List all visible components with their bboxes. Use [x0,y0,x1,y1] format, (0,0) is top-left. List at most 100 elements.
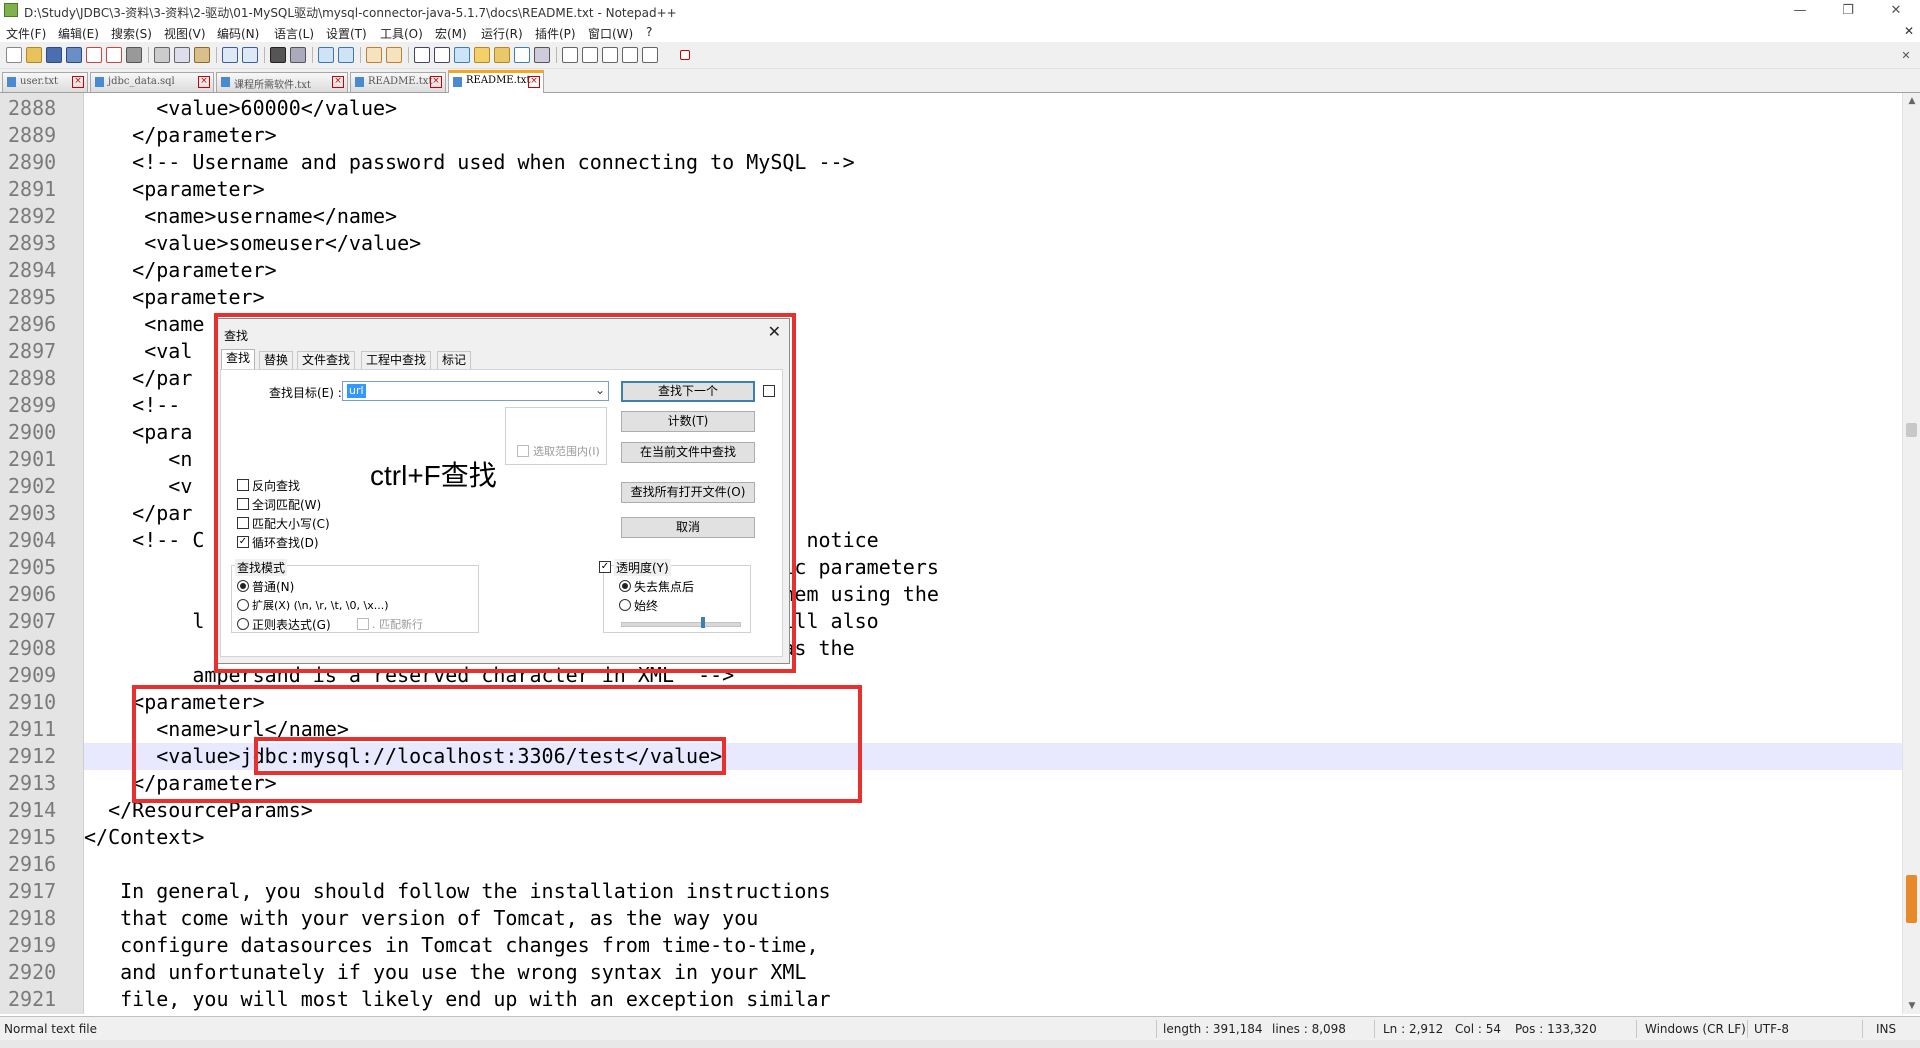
indent-guide-icon[interactable] [454,47,470,63]
record-macro-icon[interactable] [562,47,578,63]
new-file-icon[interactable] [6,47,22,63]
scrollbar-thumb[interactable] [1906,423,1917,437]
code-text: <n [84,447,193,471]
tab-close-icon[interactable]: × [528,76,540,88]
code-text: <para [84,420,193,444]
menu-plugins[interactable]: 插件(P) [535,25,576,42]
tab-user-txt[interactable]: user.txt × [2,72,88,92]
play-multiple-icon[interactable] [622,47,638,63]
sync-h-icon[interactable] [386,47,402,63]
code-line[interactable]: and unfortunately if you use the wrong s… [84,959,1902,986]
code-text: <name>username</name> [84,204,398,228]
print-icon[interactable] [126,47,142,63]
stop-record-icon[interactable] [582,47,598,63]
replace-icon[interactable] [290,47,306,63]
code-text: <parameter> [84,177,265,201]
code-line[interactable]: <value>60000</value> [84,95,1902,122]
line-number: 2891 [8,177,57,201]
menu-macro[interactable]: 宏(M) [435,25,467,42]
tab-close-icon[interactable]: × [430,76,442,88]
menu-search[interactable]: 搜索(S) [111,25,152,42]
copy-icon[interactable] [174,47,190,63]
scroll-down-icon[interactable]: ▼ [1903,998,1920,1014]
minimize-button[interactable]: — [1780,1,1820,21]
close-document-icon[interactable]: ✕ [1904,24,1914,38]
line-number: 2900 [8,420,57,444]
doc-map-icon[interactable] [474,47,490,63]
menu-settings[interactable]: 设置(T) [326,25,367,42]
close-window-button[interactable]: ✕ [1876,1,1916,21]
status-divider [1862,1020,1863,1038]
code-line[interactable]: that come with your version of Tomcat, a… [84,905,1902,932]
tab-course-software-txt[interactable]: 课程所需软件.txt × [216,72,348,92]
code-line[interactable]: configure datasources in Tomcat changes … [84,932,1902,959]
annotation-label: ctrl+F查找 [370,460,497,491]
monitoring-icon[interactable] [534,47,550,63]
code-line[interactable]: <value>someuser</value> [84,230,1902,257]
code-line[interactable]: <!-- Username and password used when con… [84,149,1902,176]
code-line[interactable]: <parameter> [84,284,1902,311]
tab-jdbc-data-sql[interactable]: jdbc_data.sql × [90,72,214,92]
scroll-up-icon[interactable]: ▲ [1903,93,1920,109]
eol-format[interactable]: Windows (CR LF) [1645,1022,1746,1036]
code-line[interactable]: <parameter> [84,176,1902,203]
sync-v-icon[interactable] [366,47,382,63]
line-number: 2916 [8,852,57,876]
cut-icon[interactable] [154,47,170,63]
paste-icon[interactable] [194,47,210,63]
menu-file[interactable]: 文件(F) [6,25,46,42]
encoding[interactable]: UTF-8 [1754,1022,1789,1036]
tab-close-icon[interactable]: × [332,76,344,88]
zoom-out-icon[interactable] [338,47,354,63]
menu-help[interactable]: ? [646,25,652,39]
show-all-chars-icon[interactable] [434,47,450,63]
file-saved-icon [355,77,364,87]
code-line[interactable]: </Context> [84,824,1902,851]
save-macro-icon[interactable] [642,47,658,63]
find-icon[interactable] [270,47,286,63]
insert-mode[interactable]: INS [1876,1022,1896,1036]
zoom-in-icon[interactable] [318,47,334,63]
tab-readme-txt-1[interactable]: README.txt × [350,72,446,92]
menu-run[interactable]: 运行(R) [481,25,523,42]
close-icon[interactable] [86,47,102,63]
code-line[interactable]: </parameter> [84,122,1902,149]
code-line[interactable]: </parameter> [84,257,1902,284]
url-value-highlight [254,737,726,775]
code-line[interactable]: file, you will most likely end up with a… [84,986,1902,1013]
redo-icon[interactable] [242,47,258,63]
find-dialog-highlight [214,313,796,673]
tab-readme-txt-active[interactable]: README.txt × [448,70,544,93]
function-list-icon[interactable] [494,47,510,63]
folder-as-workspace-icon[interactable] [514,47,530,63]
tab-label: README.txt [368,76,433,87]
menu-edit[interactable]: 编辑(E) [58,25,99,42]
code-text: <!-- [84,393,193,417]
save-all-icon[interactable] [66,47,82,63]
tab-close-icon[interactable]: × [72,76,84,88]
menu-language[interactable]: 语言(L) [274,25,314,42]
vertical-scrollbar[interactable]: ▲ ▼ [1902,93,1920,1014]
line-number: 2901 [8,447,57,471]
toolbar-overflow-icon[interactable]: ✕ [1900,49,1912,62]
code-line[interactable]: In general, you should follow the instal… [84,878,1902,905]
menu-window[interactable]: 窗口(W) [588,25,633,42]
save-icon[interactable] [46,47,62,63]
taskbar-edge [0,1040,1920,1048]
undo-icon[interactable] [222,47,238,63]
status-divider [1636,1020,1637,1038]
code-text: and unfortunately if you use the wrong s… [84,960,807,984]
code-line[interactable] [84,851,1902,878]
code-text: file, you will most likely end up with a… [84,987,831,1011]
menu-tools[interactable]: 工具(O) [380,25,423,42]
code-line[interactable]: <name>username</name> [84,203,1902,230]
close-all-icon[interactable] [106,47,122,63]
play-macro-icon[interactable] [602,47,618,63]
word-wrap-icon[interactable] [414,47,430,63]
tab-close-icon[interactable]: × [198,76,210,88]
open-file-icon[interactable] [26,47,42,63]
menu-view[interactable]: 视图(V) [164,25,206,42]
line-number: 2904 [8,528,57,552]
menu-encoding[interactable]: 编码(N) [217,25,259,42]
restore-button[interactable]: ❐ [1828,1,1868,21]
